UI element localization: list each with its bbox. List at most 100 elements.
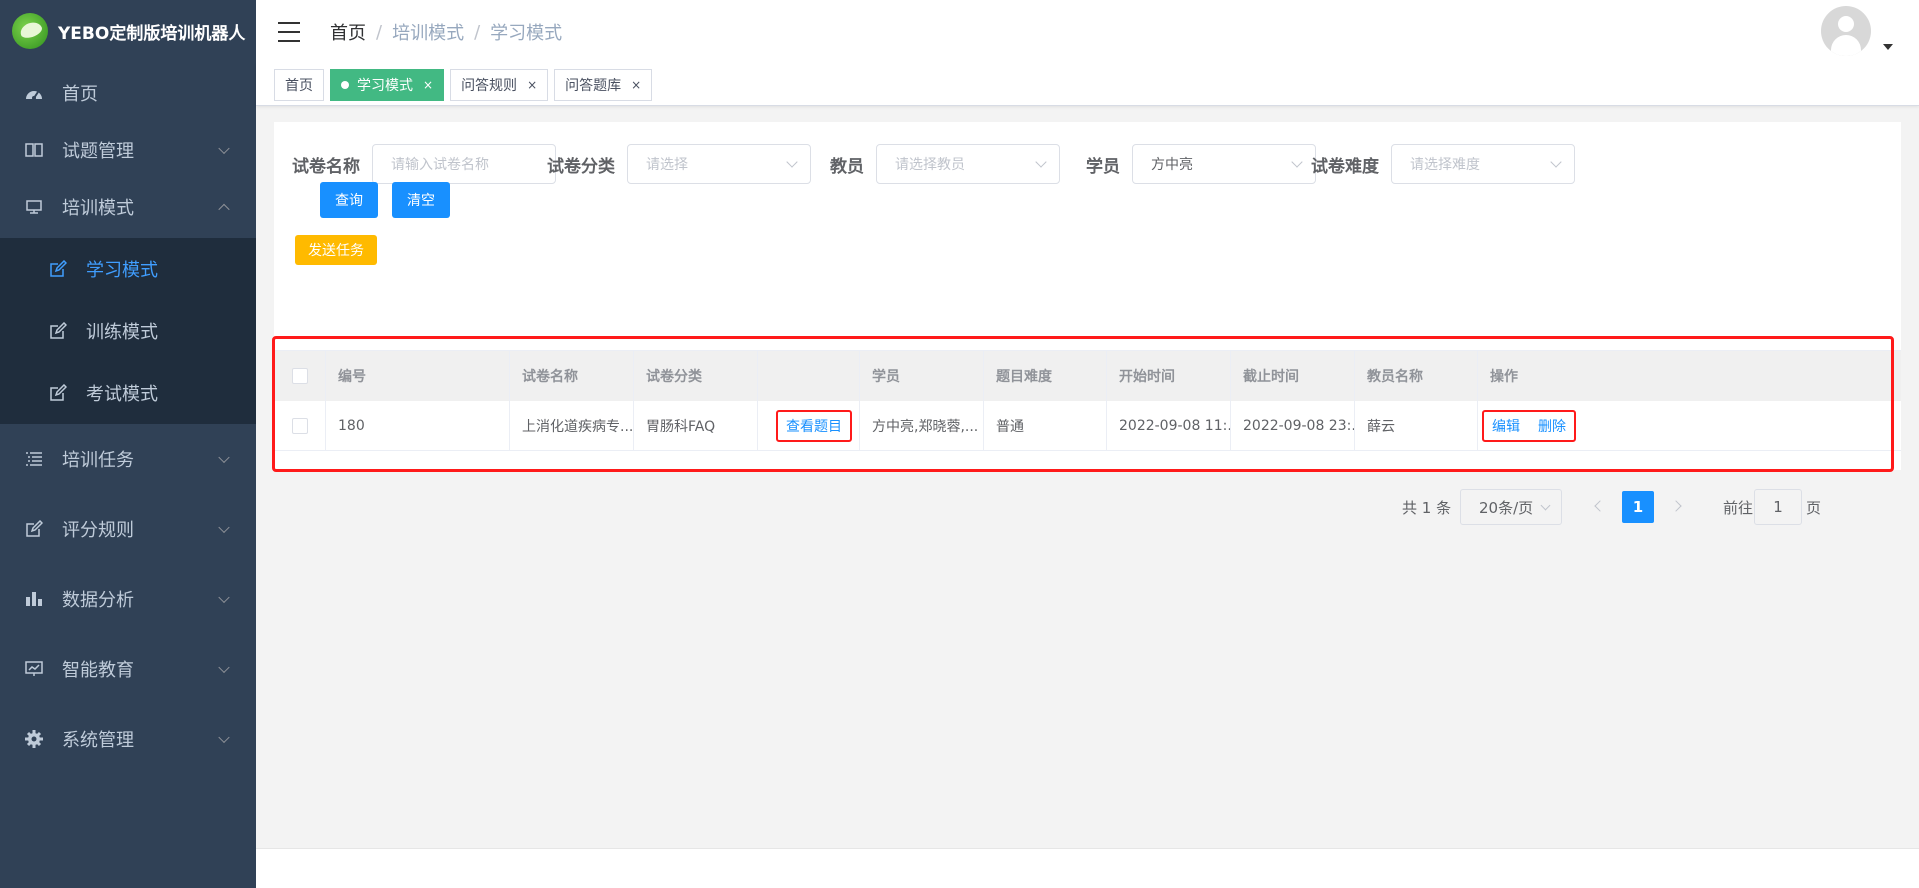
column-header-end: 截止时间: [1231, 351, 1355, 401]
sidebar-item-training-tasks[interactable]: 培训任务: [0, 424, 256, 494]
delete-link[interactable]: 删除: [1538, 416, 1566, 436]
select-value: 方中亮: [1151, 157, 1193, 173]
student-label: 学员: [1086, 156, 1120, 177]
tag-qa-rules[interactable]: 问答规则 ×: [450, 68, 549, 101]
tag-qa-bank[interactable]: 问答题库 ×: [554, 68, 653, 101]
cell-start-time: 2022-09-08 11:...: [1107, 401, 1231, 450]
column-header-teacher: 教员名称: [1355, 351, 1478, 401]
avatar[interactable]: [1821, 6, 1871, 56]
exam-table: 编号 试卷名称 试卷分类 学员 题目难度 开始时间 截止时间 教员名称 操作 1…: [274, 350, 1901, 451]
teacher-filter: 教员 请选择教员: [830, 144, 1060, 184]
close-icon[interactable]: ×: [527, 78, 537, 92]
sidebar-item-practice-mode[interactable]: 训练模式: [0, 300, 256, 362]
sidebar-subitem-label: 考试模式: [86, 384, 158, 405]
monitor-icon: [24, 197, 44, 217]
next-page-icon[interactable]: [1670, 500, 1682, 512]
active-dot-icon: [341, 80, 349, 89]
filter-form: 试卷名称 请输入试卷名称 试卷分类 请选择 教员 请选择教员 学员 方中亮 试卷…: [274, 144, 1901, 184]
student-select[interactable]: 方中亮: [1132, 144, 1316, 184]
cell-id: 180: [326, 401, 510, 450]
sidebar-item-system-management[interactable]: 系统管理: [0, 704, 256, 774]
sidebar-item-study-mode[interactable]: 学习模式: [0, 238, 256, 300]
paper-category-select[interactable]: 请选择: [627, 144, 811, 184]
chevron-down-icon: [218, 521, 230, 534]
chevron-up-icon: [218, 203, 230, 216]
paper-name-input[interactable]: 请输入试卷名称: [372, 144, 556, 184]
tag-home[interactable]: 首页: [274, 68, 324, 101]
select-all-checkbox[interactable]: [291, 368, 308, 384]
paper-name-label: 试卷名称: [292, 156, 360, 177]
edit-link[interactable]: 编辑: [1492, 416, 1520, 436]
goto-label: 前往: [1723, 499, 1754, 517]
app-title: YEBO定制版培训机器人: [58, 23, 246, 44]
page-number-current[interactable]: 1: [1622, 491, 1654, 523]
sidebar-item-label: 数据分析: [62, 590, 134, 611]
tag-study-mode[interactable]: 学习模式 ×: [330, 68, 445, 101]
page-suffix-label: 页: [1806, 499, 1822, 517]
column-header-category: 试卷分类: [634, 351, 758, 401]
select-placeholder: 请选择: [646, 157, 688, 173]
column-header-start: 开始时间: [1107, 351, 1231, 401]
chevron-down-icon: [218, 451, 230, 464]
clear-button[interactable]: 清空: [392, 182, 450, 218]
tag-label: 首页: [285, 77, 313, 94]
cell-actions: 编辑 删除: [1478, 401, 1591, 450]
tags-view: 首页 学习模式 × 问答规则 × 问答题库 ×: [256, 64, 1919, 106]
hamburger-icon[interactable]: [278, 22, 300, 42]
close-icon[interactable]: ×: [423, 78, 433, 92]
difficulty-select[interactable]: 请选择难度: [1391, 144, 1575, 184]
sidebar-item-data-analysis[interactable]: 数据分析: [0, 564, 256, 634]
cell-end-time: 2022-09-08 23:...: [1231, 401, 1355, 450]
sidebar-item-training-mode[interactable]: 培训模式: [0, 176, 256, 238]
goto-page-input[interactable]: 1: [1754, 489, 1802, 525]
breadcrumb-home[interactable]: 首页: [330, 19, 366, 45]
select-placeholder: 请选择教员: [895, 157, 965, 173]
footer-bar: [256, 848, 1919, 888]
difficulty-label: 试卷难度: [1311, 156, 1379, 177]
sidebar-item-questions[interactable]: 试题管理: [0, 124, 256, 176]
select-all-cell: [274, 351, 326, 401]
row-select-cell: [274, 401, 326, 450]
page-size-select[interactable]: 20条/页: [1460, 489, 1562, 525]
row-checkbox[interactable]: [291, 417, 308, 434]
column-header-actions: 操作: [1490, 369, 1518, 385]
view-questions-link[interactable]: 查看题目: [776, 409, 852, 442]
breadcrumb-separator: /: [376, 21, 383, 43]
sidebar-item-home[interactable]: 首页: [0, 62, 256, 124]
student-filter: 学员 方中亮: [1086, 144, 1316, 184]
sidebar-item-smart-education[interactable]: 智能教育: [0, 634, 256, 704]
teacher-select[interactable]: 请选择教员: [876, 144, 1060, 184]
sidebar-subitem-label: 训练模式: [86, 322, 158, 343]
caret-down-icon[interactable]: [1883, 44, 1893, 50]
send-task-button[interactable]: 发送任务: [295, 235, 377, 265]
query-button[interactable]: 查询: [320, 182, 378, 218]
chevron-down-icon: [218, 661, 230, 674]
page-size-value: 20条/页: [1479, 498, 1534, 517]
prev-page-icon[interactable]: [1594, 500, 1606, 512]
edit-icon: [48, 383, 68, 403]
column-header-view: [758, 351, 860, 401]
sidebar-item-label: 培训任务: [62, 450, 134, 471]
logo: YEBO定制版培训机器人: [0, 0, 256, 62]
cell-difficulty: 普通: [984, 401, 1107, 450]
tag-label: 学习模式: [357, 77, 413, 94]
sidebar-item-exam-mode[interactable]: 考试模式: [0, 362, 256, 424]
cell-teacher: 薛云: [1355, 401, 1478, 450]
chevron-down-icon: [1035, 156, 1047, 168]
column-header-difficulty: 题目难度: [984, 351, 1107, 401]
teacher-label: 教员: [830, 156, 864, 177]
book-icon: [24, 140, 44, 160]
chevron-down-icon: [218, 591, 230, 604]
sidebar-item-scoring-rules[interactable]: 评分规则: [0, 494, 256, 564]
breadcrumb-separator: /: [474, 21, 481, 43]
cell-category: 胃肠科FAQ: [634, 401, 758, 450]
main-area: 首页 / 培训模式 / 学习模式 首页 学习模式 × 问答规则 × 问答题库 ×: [256, 0, 1919, 888]
column-header-name: 试卷名称: [510, 351, 634, 401]
cell-students: 方中亮,郑晓蓉,...: [860, 401, 984, 450]
actions-group: 编辑 删除: [1482, 409, 1576, 442]
close-icon[interactable]: ×: [631, 78, 641, 92]
sidebar-subitem-label: 学习模式: [86, 260, 158, 281]
screen-icon: [24, 659, 44, 679]
edit-icon: [48, 259, 68, 279]
bar-chart-icon: [24, 589, 44, 609]
